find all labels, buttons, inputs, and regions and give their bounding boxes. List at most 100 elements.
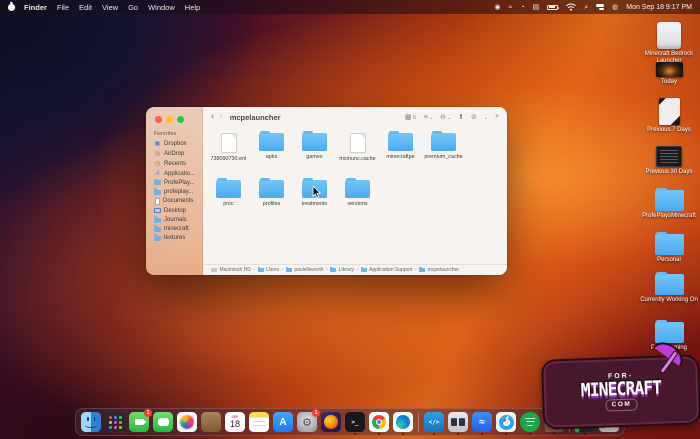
- image-thumbnail-icon: [656, 62, 683, 77]
- file-item[interactable]: apks: [250, 129, 293, 176]
- sidebar-item-recents[interactable]: ◷Recents: [146, 159, 202, 169]
- more-toolbar-button[interactable]: ⌄: [484, 115, 488, 121]
- folder-icon: [154, 218, 161, 223]
- menu-clock[interactable]: Mon Sep 18 9:17 PM: [626, 4, 692, 11]
- file-name: mcmunc.cache: [339, 156, 375, 162]
- dock-firefox-icon[interactable]: [321, 412, 341, 432]
- minimize-button[interactable]: [166, 116, 173, 123]
- path-segment[interactable]: mcpelauncher: [428, 267, 459, 273]
- sidebar-item-documents[interactable]: Documents: [146, 197, 202, 207]
- close-button[interactable]: [155, 116, 162, 123]
- sidebar-item-dropbox[interactable]: ▣Dropbox: [146, 139, 202, 149]
- file-item[interactable]: premium_cache: [422, 129, 465, 176]
- file-item[interactable]: profiles: [250, 176, 293, 223]
- path-segment[interactable]: Macintosh HD: [220, 267, 251, 273]
- dock-app-store-icon[interactable]: A: [273, 412, 293, 432]
- audio-waves-icon[interactable]: ≈: [509, 4, 513, 11]
- menu-help[interactable]: Help: [185, 3, 200, 12]
- siri-icon[interactable]: ◍: [612, 4, 618, 11]
- path-segment[interactable]: paulellsworth: [294, 267, 323, 273]
- menu-edit[interactable]: Edit: [79, 3, 92, 12]
- sidebar-item-desktop[interactable]: Desktop: [146, 206, 202, 215]
- desktop-icon-minecraft-bedrock-launcher[interactable]: Minecraft Bedrock Launcher: [638, 22, 700, 65]
- zoom-button[interactable]: [177, 116, 184, 123]
- file-item[interactable]: minecraftpe: [379, 129, 422, 176]
- spotlight-search-icon[interactable]: ⌕: [584, 4, 588, 11]
- dock-facetime-icon[interactable]: 1: [129, 412, 149, 432]
- dock-launchpad-icon[interactable]: [105, 412, 125, 432]
- desktop-icon-label: Today: [661, 79, 677, 86]
- dock-contacts-icon[interactable]: [201, 412, 221, 432]
- path-segment[interactable]: Users: [266, 267, 279, 273]
- dock-terminal-icon[interactable]: >_: [345, 412, 365, 432]
- drive-icon: [211, 268, 217, 273]
- sidebar-item-minecraft[interactable]: minecraft: [146, 225, 202, 234]
- window-controls: [146, 112, 202, 129]
- file-item[interactable]: versions: [336, 176, 379, 223]
- dock-notes-icon[interactable]: [249, 412, 269, 432]
- keyboard-icon[interactable]: ▤: [533, 4, 540, 11]
- desktop-icon-profeplaysminecraft[interactable]: ProfePlaysMinecraft: [638, 190, 700, 220]
- folder-icon: [431, 133, 456, 151]
- folder-icon: [154, 190, 161, 195]
- desktop-icon-previous-30-days[interactable]: Previous 30 Days: [638, 146, 700, 176]
- settings-badge: 1: [312, 409, 320, 417]
- sidebar-item-airdrop[interactable]: ◎AirDrop: [146, 149, 202, 159]
- sidebar-item-profeplay-2[interactable]: profeplay...: [146, 187, 202, 196]
- sidebar-section-favorites: Favorites: [146, 129, 202, 139]
- dock-safari-icon[interactable]: [496, 412, 516, 432]
- battery-icon[interactable]: [547, 5, 558, 10]
- control-center-icon[interactable]: [596, 4, 604, 11]
- back-button[interactable]: ‹: [211, 112, 214, 122]
- path-segment[interactable]: Application Support: [369, 267, 412, 273]
- dock-finder-icon[interactable]: [81, 412, 101, 432]
- desktop-icon-today[interactable]: Today: [638, 62, 700, 86]
- menu-file[interactable]: File: [57, 3, 69, 12]
- dock-messages-icon[interactable]: [153, 412, 173, 432]
- sidebar-item-profeplay[interactable]: ProfePlay...: [146, 178, 202, 187]
- dock-waves-app-icon[interactable]: ≈: [472, 412, 492, 432]
- dock-edge-icon[interactable]: [393, 412, 413, 432]
- time-machine-icon[interactable]: ◔: [520, 4, 524, 11]
- dock-chrome-icon[interactable]: [369, 412, 389, 432]
- screen-record-icon[interactable]: ◉: [494, 4, 500, 11]
- desktop-icon-previous-7-days[interactable]: Previous 7 Days: [638, 98, 700, 134]
- file-item[interactable]: 738090730.ent: [207, 129, 250, 176]
- search-button[interactable]: ⌕: [495, 113, 499, 121]
- dock-system-settings-icon[interactable]: ⚙1: [297, 412, 317, 432]
- folder-icon: [259, 133, 284, 151]
- desktop-icon-personal[interactable]: Personal: [638, 234, 700, 264]
- dock-virtual-machine-app-icon[interactable]: [448, 412, 468, 432]
- sidebar-item-label: AirDrop: [164, 151, 184, 157]
- dock-photos-icon[interactable]: [177, 412, 197, 432]
- dock-calendar-icon[interactable]: SEP18: [225, 412, 245, 432]
- dock-spotify-icon[interactable]: [520, 412, 540, 432]
- apple-menu-icon[interactable]: [8, 4, 15, 11]
- menu-view[interactable]: View: [102, 3, 118, 12]
- file-name: 738090730.ent: [211, 156, 247, 162]
- file-item[interactable]: treatments: [293, 176, 336, 223]
- sidebar-item-applications[interactable]: AApplicatio...: [146, 169, 202, 178]
- finder-window: Favorites ▣Dropbox ◎AirDrop ◷Recents AAp…: [146, 107, 507, 275]
- path-segment[interactable]: Library: [339, 267, 354, 273]
- forward-button[interactable]: ›: [219, 112, 222, 122]
- file-item[interactable]: proc: [207, 176, 250, 223]
- tag-button[interactable]: ⊘: [471, 113, 477, 121]
- icon-view-button[interactable]: ▦⇅: [405, 113, 417, 121]
- file-item[interactable]: games: [293, 129, 336, 176]
- sidebar-item-textures[interactable]: textures: [146, 234, 202, 243]
- menu-finder[interactable]: Finder: [24, 3, 47, 12]
- wifi-icon[interactable]: [566, 3, 576, 11]
- sidebar-item-journals[interactable]: Journals: [146, 216, 202, 225]
- group-by-button[interactable]: ⊖⌄: [440, 113, 451, 121]
- list-view-button[interactable]: ≡⌄: [424, 114, 433, 121]
- sidebar-item-label: Journals: [164, 217, 187, 223]
- desktop-icon-currently-working-on[interactable]: Currently Working On: [638, 274, 700, 304]
- share-button[interactable]: ⬆: [458, 113, 464, 121]
- menu-window[interactable]: Window: [148, 3, 175, 12]
- path-bar: Macintosh HD › Users › paulellsworth › L…: [203, 264, 507, 275]
- path-separator: ›: [326, 267, 328, 273]
- file-item[interactable]: mcmunc.cache: [336, 129, 379, 176]
- dock-vscode-icon[interactable]: </>: [424, 412, 444, 432]
- menu-go[interactable]: Go: [128, 3, 138, 12]
